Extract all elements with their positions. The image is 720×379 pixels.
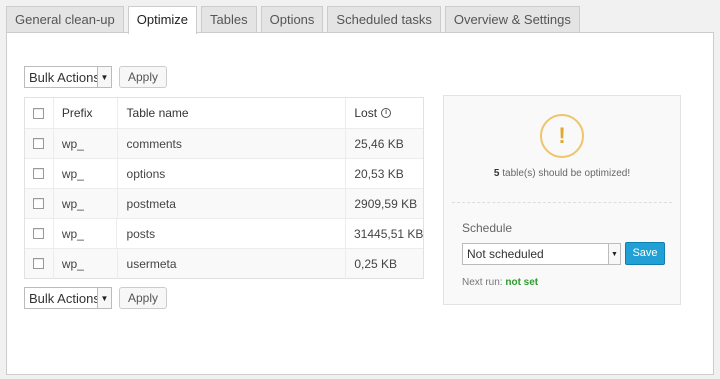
chevron-down-icon: ▼ <box>608 244 620 264</box>
chevron-down-icon: ▼ <box>97 67 111 87</box>
schedule-select[interactable]: Not scheduled ▼ <box>462 243 621 265</box>
header-lost: Lost i <box>345 98 423 128</box>
table-row: wp_ usermeta 0,25 KB <box>25 248 423 279</box>
tab-scheduled-tasks[interactable]: Scheduled tasks <box>327 6 441 33</box>
tab-bar: General clean-up Optimize Tables Options… <box>6 6 584 34</box>
header-lost-label: Lost <box>354 106 378 120</box>
row-prefix: wp_ <box>52 158 117 189</box>
row-prefix: wp_ <box>52 128 117 159</box>
optimize-message-text: table(s) should be optimized! <box>499 168 631 179</box>
bulk-actions-bottom: Bulk Actions ▼ Apply <box>24 287 168 309</box>
tab-tables[interactable]: Tables <box>201 6 257 33</box>
row-checkbox[interactable] <box>33 168 45 179</box>
table-row: wp_ postmeta 2909,59 KB <box>25 188 423 219</box>
row-table-name: usermeta <box>116 248 346 279</box>
row-prefix: wp_ <box>52 218 117 249</box>
tab-options[interactable]: Options <box>260 6 324 33</box>
save-button[interactable]: Save <box>625 242 665 265</box>
row-prefix: wp_ <box>52 248 117 279</box>
row-table-name: postmeta <box>116 188 346 219</box>
row-check-cell <box>25 258 53 269</box>
row-lost: 31445,51 KB <box>345 218 423 249</box>
optimize-panel: Bulk Actions ▼ Apply Prefix Table name L… <box>6 32 714 375</box>
tab-optimize[interactable]: Optimize <box>127 6 198 34</box>
optimize-summary-box: ! 5 table(s) should be optimized! Schedu… <box>443 95 681 305</box>
bulk-actions-select-top[interactable]: Bulk Actions ▼ <box>24 66 112 88</box>
row-lost: 25,46 KB <box>345 128 423 159</box>
row-checkbox[interactable] <box>33 258 45 269</box>
row-prefix: wp_ <box>52 188 117 219</box>
table-header-row: Prefix Table name Lost i <box>25 98 423 128</box>
row-check-cell <box>25 198 53 209</box>
table-row: wp_ options 20,53 KB <box>25 158 423 189</box>
next-run-label: Next run: <box>462 277 506 288</box>
schedule-label: Schedule <box>462 221 513 235</box>
row-table-name: comments <box>116 128 346 159</box>
row-lost: 20,53 KB <box>345 158 423 189</box>
bulk-actions-value: Bulk Actions <box>29 290 100 306</box>
row-table-name: options <box>116 158 346 189</box>
next-run-value: not set <box>505 277 539 288</box>
table-row: wp_ comments 25,46 KB <box>25 128 423 159</box>
bulk-actions-select-bottom[interactable]: Bulk Actions ▼ <box>24 287 112 309</box>
warning-icon: ! <box>540 114 584 158</box>
optimize-message: 5 table(s) should be optimized! <box>444 168 680 179</box>
tab-overview-settings[interactable]: Overview & Settings <box>444 6 580 33</box>
row-checkbox[interactable] <box>33 138 45 149</box>
row-check-cell <box>25 138 53 149</box>
row-check-cell <box>25 228 53 239</box>
row-checkbox[interactable] <box>33 228 45 239</box>
tab-general-clean-up[interactable]: General clean-up <box>6 6 124 33</box>
info-icon[interactable]: i <box>381 108 392 118</box>
chevron-down-icon: ▼ <box>97 288 111 308</box>
divider <box>452 202 672 203</box>
row-lost: 2909,59 KB <box>345 188 423 219</box>
row-check-cell <box>25 168 53 179</box>
select-all-checkbox[interactable] <box>33 107 45 119</box>
tables-list: Prefix Table name Lost i wp_ comments 25… <box>24 97 424 279</box>
select-all-cell <box>25 107 53 119</box>
table-row: wp_ posts 31445,51 KB <box>25 218 423 249</box>
bulk-actions-value: Bulk Actions <box>29 69 100 85</box>
row-checkbox[interactable] <box>33 198 45 209</box>
header-table-name: Table name <box>116 98 346 128</box>
header-prefix: Prefix <box>52 98 117 128</box>
bulk-actions-top: Bulk Actions ▼ Apply <box>24 66 168 88</box>
apply-button-top[interactable]: Apply <box>119 66 168 88</box>
next-run: Next run: not set <box>462 277 538 288</box>
row-table-name: posts <box>116 218 345 249</box>
apply-button-bottom[interactable]: Apply <box>119 287 168 309</box>
schedule-value: Not scheduled <box>467 247 544 261</box>
row-lost: 0,25 KB <box>345 248 423 279</box>
